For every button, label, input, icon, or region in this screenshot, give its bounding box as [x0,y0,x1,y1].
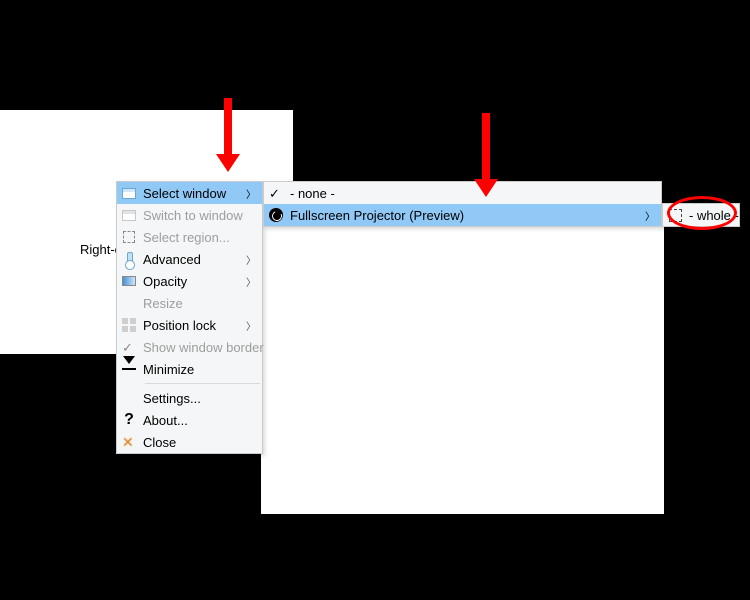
menu-item-minimize[interactable]: Minimize [117,358,262,380]
menu-item-settings[interactable]: Settings... [117,387,262,409]
chevron-right-icon: 〉 [246,274,256,289]
menu-item-label: - none - [288,186,655,201]
menu-item-label: Position lock [141,318,246,333]
thermometer-icon [117,248,141,270]
menu-item-switch-to-window[interactable]: Switch to window [117,204,262,226]
menu-item-select-region[interactable]: Select region... [117,226,262,248]
menu-item-label: About... [141,413,256,428]
menu-item-label: Switch to window [141,208,256,223]
context-menu-main: Select window 〉 Switch to window Select … [116,181,263,454]
region-icon [117,226,141,248]
menu-item-resize[interactable]: Resize [117,292,262,314]
menu-item-position-lock[interactable]: Position lock 〉 [117,314,262,336]
instruction-text-truncated: Right-c [80,242,121,257]
submenu-item-fullscreen-projector[interactable]: Fullscreen Projector (Preview) 〉 [264,204,661,226]
chevron-right-icon: 〉 [246,252,256,267]
menu-item-opacity[interactable]: Opacity 〉 [117,270,262,292]
annotation-arrow-2 [478,113,494,197]
menu-item-select-window[interactable]: Select window 〉 [117,182,262,204]
preview-area [261,203,664,514]
menu-item-close[interactable]: Close [117,431,262,453]
check-icon: ✓ [117,336,141,358]
menu-item-label: Show window border [141,340,264,355]
question-icon: ? [117,409,141,431]
menu-item-label: Select region... [141,230,256,245]
menu-item-label: Select window [141,186,246,201]
chevron-right-icon: 〉 [645,208,655,223]
window-icon-dim [117,204,141,226]
menu-item-show-border[interactable]: ✓ Show window border [117,336,262,358]
menu-item-label: Resize [141,296,256,311]
menu-separator [145,383,260,384]
menu-item-advanced[interactable]: Advanced 〉 [117,248,262,270]
menu-item-label: Fullscreen Projector (Preview) [288,208,645,223]
chevron-right-icon: 〉 [246,186,256,201]
menu-item-label: Settings... [141,391,256,406]
submenu-item-none[interactable]: ✓ - none - [264,182,661,204]
minimize-icon [117,358,141,380]
chevron-right-icon: 〉 [246,318,256,333]
menu-item-label: Advanced [141,252,246,267]
context-menu-window-list: ✓ - none - Fullscreen Projector (Preview… [263,181,662,227]
obs-icon [264,204,288,226]
menu-item-label: Minimize [141,362,256,377]
menu-item-label: Close [141,435,256,450]
grid-icon [117,314,141,336]
check-dark-icon: ✓ [264,182,288,204]
window-icon [117,182,141,204]
close-icon [117,431,141,453]
annotation-arrow-1 [220,98,236,172]
opacity-icon [117,270,141,292]
menu-item-about[interactable]: ? About... [117,409,262,431]
menu-item-label: Opacity [141,274,246,289]
annotation-ellipse [667,196,737,230]
